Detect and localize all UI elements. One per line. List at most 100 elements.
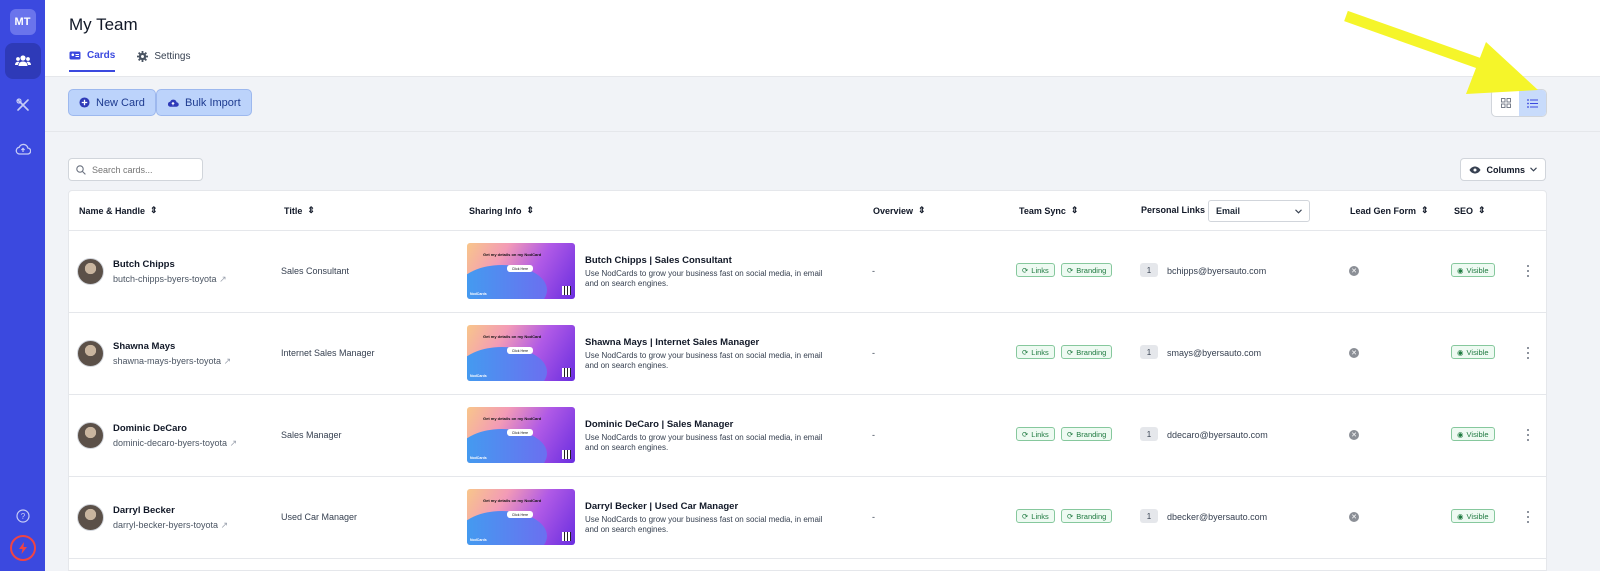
column-header-lead-gen[interactable]: Lead Gen Form ⇕: [1350, 205, 1429, 216]
columns-label: Columns: [1486, 164, 1525, 175]
sidebar: MT ?: [0, 0, 45, 571]
team-icon: [14, 55, 31, 66]
chevron-down-icon: [1530, 167, 1537, 172]
team-sync-branding-badge: ⟳ Branding: [1061, 345, 1113, 359]
card-preview-image[interactable]: Get my details on my NodCard Click Here …: [467, 243, 575, 299]
external-link-icon: ↗: [220, 520, 229, 530]
column-header-team-sync[interactable]: Team Sync ⇕: [1019, 205, 1078, 216]
row-menu-button[interactable]: [1524, 428, 1532, 442]
columns-button[interactable]: Columns: [1460, 158, 1546, 181]
gear-icon: [137, 51, 149, 62]
member-handle[interactable]: dominic-decaro-byers-toyota ↗: [113, 438, 237, 449]
column-header-title[interactable]: Title ⇕: [284, 205, 315, 216]
lead-gen-disabled-icon[interactable]: ✕: [1349, 430, 1359, 440]
links-count-badge: 1: [1140, 427, 1158, 441]
member-email: smays@byersauto.com: [1167, 348, 1262, 358]
sharing-description: Use NodCards to grow your business fast …: [585, 269, 823, 288]
sort-icon: ⇕: [918, 205, 926, 215]
links-count-badge: 1: [1140, 263, 1158, 277]
card-preview-cta: Get my details on my NodCard: [483, 416, 542, 421]
personal-links-select[interactable]: Email: [1208, 200, 1310, 222]
seo-visible-badge: ◉ Visible: [1451, 263, 1495, 277]
table-header: Name & Handle ⇕ Title ⇕ Sharing Info ⇕ Over…: [69, 191, 1546, 231]
member-handle[interactable]: shawna-mays-byers-toyota ↗: [113, 356, 231, 367]
table-row[interactable]: Butch Chipps butch-chipps-byers-toyota ↗…: [69, 231, 1546, 313]
seo-visible-label: Visible: [1466, 265, 1489, 275]
card-preview-cta: Get my details on my NodCard: [483, 252, 542, 257]
lead-gen-disabled-icon[interactable]: ✕: [1349, 348, 1359, 358]
table-row[interactable]: Darryl Becker darryl-becker-byers-toyota…: [69, 477, 1546, 559]
search-input[interactable]: [92, 164, 192, 175]
sidebar-item-tools[interactable]: [5, 87, 41, 123]
eye-icon: ◉: [1457, 347, 1464, 357]
team-sync-links-label: Links: [1031, 429, 1049, 439]
tab-cards[interactable]: Cards: [69, 50, 116, 72]
sync-icon: ⟳: [1022, 347, 1029, 357]
column-header-sharing[interactable]: Sharing Info ⇕: [469, 205, 534, 216]
member-email: dbecker@byersauto.com: [1167, 512, 1268, 522]
eye-icon: ◉: [1457, 265, 1464, 275]
search-box: [68, 158, 203, 181]
team-sync-links-label: Links: [1031, 511, 1049, 521]
tab-cards-label: Cards: [87, 50, 116, 61]
card-preview-image[interactable]: Get my details on my NodCard Click Here …: [467, 489, 575, 545]
sharing-title: Dominic DeCaro | Sales Manager: [585, 419, 734, 430]
member-title: Sales Manager: [281, 430, 342, 440]
column-header-sharing-label: Sharing Info: [469, 205, 522, 216]
member-handle[interactable]: darryl-becker-byers-toyota ↗: [113, 520, 228, 531]
sync-icon: ⟳: [1022, 265, 1029, 275]
member-handle-text: dominic-decaro-byers-toyota: [113, 438, 228, 448]
sidebar-item-team[interactable]: [4, 43, 41, 79]
new-card-button[interactable]: New Card: [68, 89, 156, 116]
search-icon: [76, 164, 86, 175]
sort-icon: ⇕: [150, 205, 158, 215]
sharing-description: Use NodCards to grow your business fast …: [585, 433, 823, 452]
external-link-icon: ↗: [223, 356, 232, 366]
upgrade-button[interactable]: [9, 535, 36, 561]
column-header-name[interactable]: Name & Handle ⇕: [79, 205, 158, 216]
row-menu-button[interactable]: [1524, 264, 1532, 278]
bulk-import-button[interactable]: Bulk Import: [156, 89, 252, 116]
sync-icon: ⟳: [1067, 265, 1074, 275]
column-header-seo[interactable]: SEO ⇕: [1454, 205, 1486, 216]
member-handle[interactable]: butch-chipps-byers-toyota ↗: [113, 274, 227, 285]
team-sync-branding-badge: ⟳ Branding: [1061, 427, 1113, 441]
table-row[interactable]: Shawna Mays shawna-mays-byers-toyota ↗ I…: [69, 313, 1546, 395]
sync-icon: ⟳: [1067, 429, 1074, 439]
sync-icon: ⟳: [1022, 511, 1029, 521]
team-sync-branding-label: Branding: [1076, 265, 1107, 275]
card-preview-button: Click Here: [507, 265, 533, 272]
card-preview-image[interactable]: Get my details on my NodCard Click Here …: [467, 407, 575, 463]
lead-gen-disabled-icon[interactable]: ✕: [1349, 266, 1359, 276]
column-header-overview-label: Overview: [873, 205, 914, 216]
card-preview-logo: NodCards: [470, 374, 487, 378]
workspace-avatar[interactable]: MT: [9, 9, 36, 35]
column-header-seo-label: SEO: [1454, 205, 1474, 216]
row-menu-button[interactable]: [1524, 510, 1532, 524]
tab-settings[interactable]: Settings: [137, 50, 191, 72]
team-sync-links-badge: ⟳ Links: [1016, 427, 1055, 441]
sidebar-item-import[interactable]: [5, 131, 41, 167]
seo-visible-badge: ◉ Visible: [1451, 345, 1495, 359]
member-name: Butch Chipps: [113, 259, 175, 270]
avatar: [77, 422, 104, 449]
team-sync-branding-badge: ⟳ Branding: [1061, 509, 1113, 523]
team-sync-branding-label: Branding: [1076, 347, 1107, 357]
lead-gen-disabled-icon[interactable]: ✕: [1349, 512, 1359, 522]
column-header-name-label: Name & Handle: [79, 205, 146, 216]
member-email: bchipps@byersauto.com: [1167, 266, 1267, 276]
card-preview-image[interactable]: Get my details on my NodCard Click Here …: [467, 325, 575, 381]
column-header-personal-links-label: Personal Links: [1141, 205, 1206, 215]
table-row[interactable]: Dominic DeCaro dominic-decaro-byers-toyo…: [69, 395, 1546, 477]
team-sync-branding-label: Branding: [1076, 429, 1107, 439]
row-menu-button[interactable]: [1524, 346, 1532, 360]
member-handle-text: shawna-mays-byers-toyota: [113, 356, 222, 366]
column-header-overview[interactable]: Overview ⇕: [873, 205, 926, 216]
seo-visible-label: Visible: [1466, 511, 1489, 521]
seo-visible-label: Visible: [1466, 347, 1489, 357]
qr-code-icon: [562, 286, 571, 295]
chevron-down-icon: [1295, 208, 1302, 214]
help-icon[interactable]: ?: [15, 509, 30, 523]
cards-table: Name & Handle ⇕ Title ⇕ Sharing Info ⇕ Over…: [68, 190, 1547, 571]
plus-circle-icon: [79, 97, 90, 108]
